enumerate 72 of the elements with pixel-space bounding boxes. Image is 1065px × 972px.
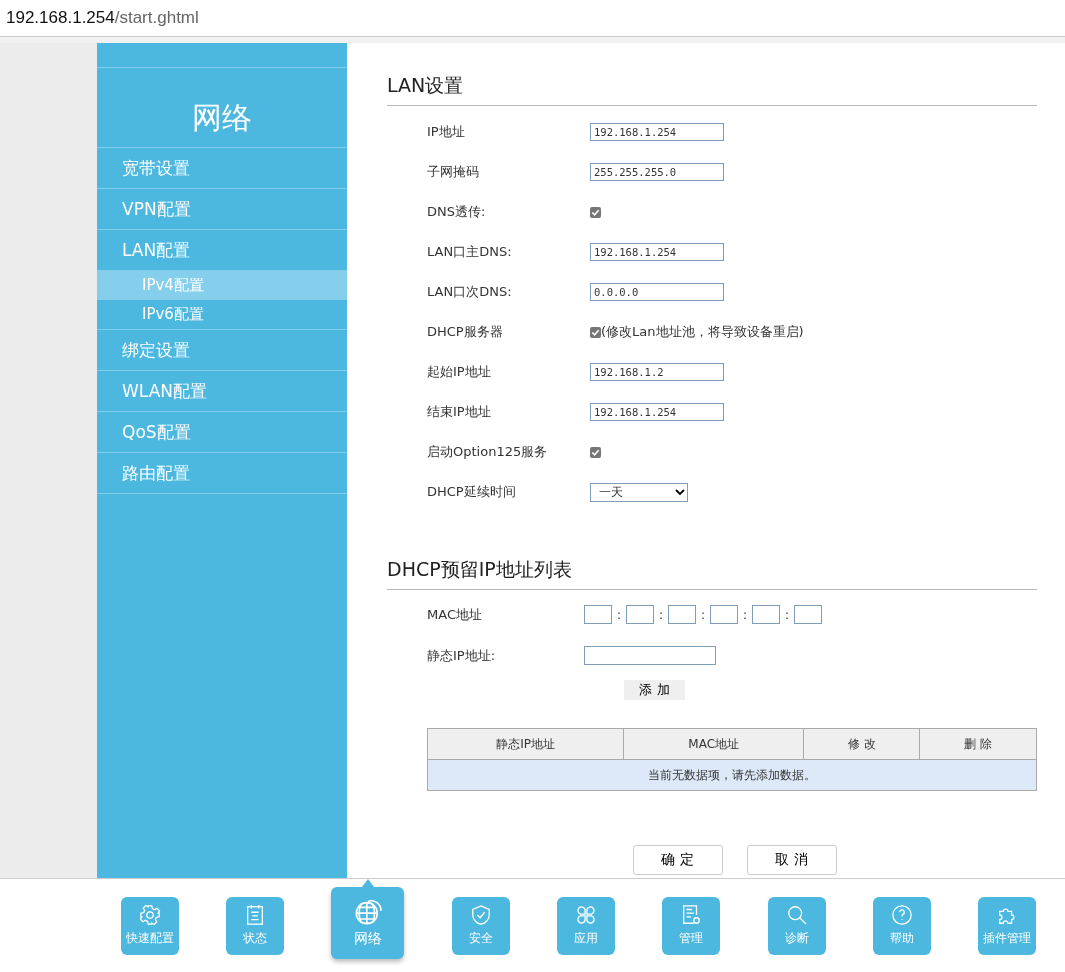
apps-icon <box>574 904 597 926</box>
shield-icon <box>469 904 492 926</box>
sidebar-subitem[interactable]: IPv6配置 <box>97 300 347 329</box>
checkbox[interactable] <box>590 206 601 218</box>
nav-button[interactable]: 插件管理 <box>978 896 1037 955</box>
field-label: 子网掩码 <box>427 163 480 181</box>
nav-button[interactable]: 帮助 <box>872 896 931 955</box>
text-input[interactable]: 0.0.0.0 <box>590 283 724 301</box>
mac-separator: : <box>741 607 748 622</box>
sidebar-item[interactable]: WLAN配置 <box>97 371 347 412</box>
field-label: LAN口次DNS: <box>427 283 513 301</box>
gear-icon <box>138 904 161 926</box>
ip-input[interactable] <box>584 646 716 665</box>
globe-icon <box>353 897 382 926</box>
sidebar-title: 网络 <box>97 68 347 148</box>
field-label: IP地址 <box>427 123 466 141</box>
caret-icon <box>675 488 685 496</box>
text-input[interactable]: 192.168.1.254 <box>590 123 724 141</box>
help-icon <box>890 904 913 926</box>
field-label: LAN口主DNS: <box>427 243 513 261</box>
sidebar-item[interactable]: VPN配置 <box>97 189 347 230</box>
field-label: DHCP服务器 <box>427 323 504 341</box>
field-label: MAC地址 <box>427 605 483 624</box>
field-label: 结束IP地址 <box>427 403 492 421</box>
nav-button[interactable]: 应用 <box>556 896 615 955</box>
clipboard-icon <box>244 904 266 926</box>
column-header: 静态IP地址 <box>427 728 624 760</box>
text-input[interactable]: 192.168.1.254 <box>590 243 724 261</box>
mac-input[interactable] <box>794 605 822 624</box>
field-label: DNS透传: <box>427 203 487 221</box>
field-label: DHCP延续时间 <box>427 483 517 501</box>
section-title: DHCP预留IP地址列表 <box>387 557 1037 590</box>
mac-input[interactable] <box>668 605 696 624</box>
mac-separator: : <box>783 607 790 622</box>
mac-input[interactable] <box>752 605 780 624</box>
sidebar-item[interactable]: 路由配置 <box>97 453 347 494</box>
cancel-button[interactable]: 取 消 <box>746 845 837 875</box>
mac-separator: : <box>699 607 706 622</box>
document-icon <box>680 904 703 926</box>
add-button[interactable]: 添 加 <box>624 680 685 700</box>
text-input[interactable]: 192.168.1.254 <box>590 403 724 421</box>
mac-separator: : <box>657 607 664 622</box>
checkbox-note: (修改Lan地址池，将导致设备重启) <box>601 323 804 341</box>
nav-button[interactable]: 网络 <box>331 886 405 959</box>
sidebar-item[interactable]: 绑定设置 <box>97 330 347 371</box>
mac-input[interactable] <box>710 605 738 624</box>
column-header: 修 改 <box>803 728 920 760</box>
confirm-button[interactable]: 确 定 <box>632 845 723 875</box>
empty-message: 当前无数据项，请先添加数据。 <box>427 759 1037 791</box>
column-header: 删 除 <box>919 728 1037 760</box>
nav-button[interactable]: 诊断 <box>767 896 826 955</box>
column-header: MAC地址 <box>623 728 804 760</box>
sidebar-item[interactable]: QoS配置 <box>97 412 347 453</box>
checkbox[interactable] <box>590 446 601 458</box>
checkbox[interactable] <box>590 326 601 338</box>
mac-input[interactable] <box>584 605 612 624</box>
search-icon <box>785 904 808 926</box>
text-input[interactable]: 192.168.1.2 <box>590 363 724 381</box>
dropdown[interactable]: 一天 <box>590 482 688 502</box>
field-label: 起始IP地址 <box>427 363 492 381</box>
mac-input[interactable] <box>626 605 654 624</box>
mac-separator: : <box>615 607 622 622</box>
nav-button[interactable]: 状态 <box>226 896 284 955</box>
nav-button[interactable]: 管理 <box>662 896 721 955</box>
section-title: LAN设置 <box>387 73 1037 106</box>
nav-button[interactable]: 安全 <box>451 896 510 955</box>
sidebar-subitem[interactable]: IPv4配置 <box>97 271 347 300</box>
text-input[interactable]: 255.255.255.0 <box>590 163 724 181</box>
field-label: 静态IP地址: <box>427 646 497 665</box>
sidebar-item[interactable]: 宽带设置 <box>97 148 347 189</box>
field-label: 启动Option125服务 <box>427 443 549 461</box>
nav-button[interactable]: 快速配置 <box>120 896 179 955</box>
